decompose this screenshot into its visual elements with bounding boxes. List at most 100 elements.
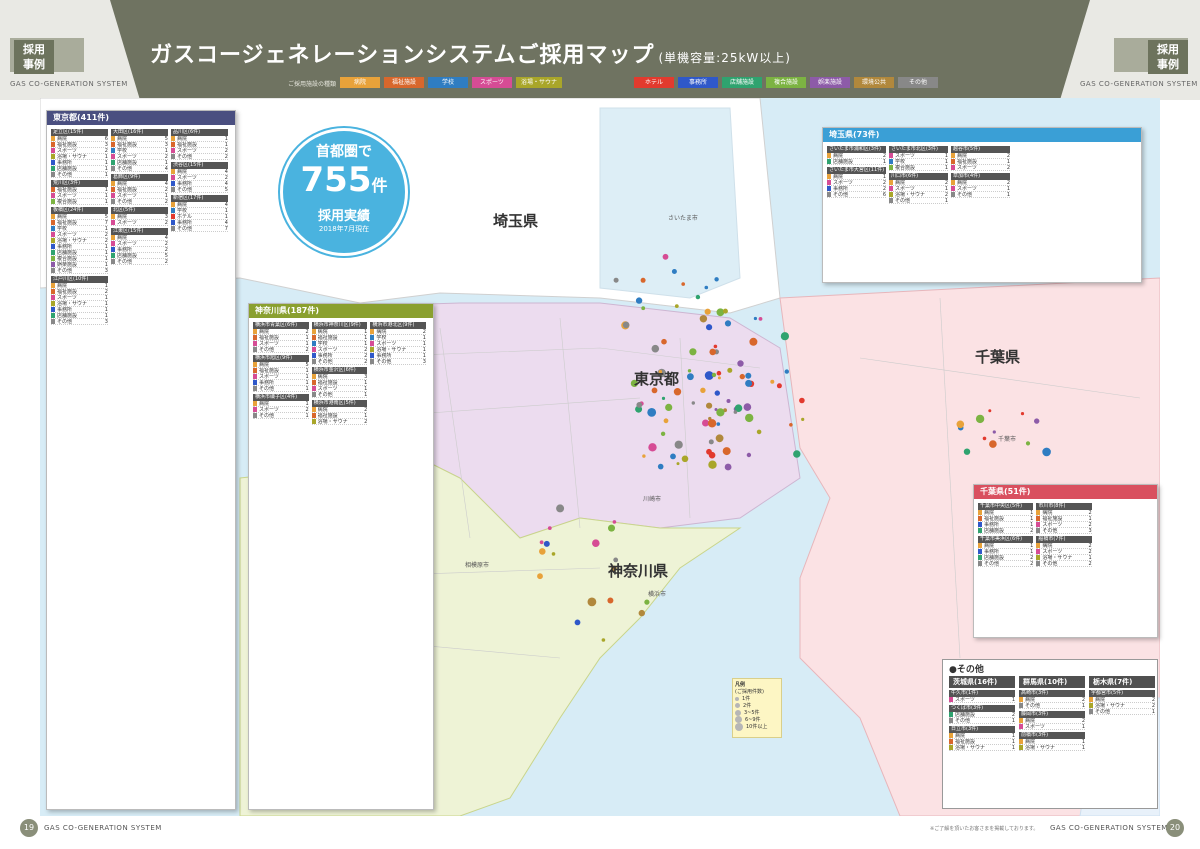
category-swatch bbox=[1036, 528, 1041, 533]
callout-number: 755件 bbox=[283, 161, 405, 205]
panel-column: 市川市(8件) 病院 2 福祉施設 1 スポーツ 2 その他 3 船橋市(7件) 病院 2 スポーツ 2 浴… bbox=[1036, 503, 1092, 633]
pref-label-kanagawa: 神奈川県 bbox=[608, 562, 669, 580]
facility-count: 2 bbox=[1006, 164, 1010, 171]
facility-dot bbox=[711, 372, 717, 378]
ward-row: その他 2 bbox=[1036, 560, 1092, 567]
panel-column bbox=[1075, 146, 1134, 278]
category-swatch bbox=[111, 166, 115, 171]
category-swatch bbox=[1019, 718, 1023, 723]
facility-count: 3 bbox=[104, 267, 108, 274]
category-chip: 事務所 bbox=[678, 77, 719, 88]
category-swatch bbox=[253, 341, 257, 346]
category-swatch bbox=[889, 165, 893, 170]
facility-count: 3 bbox=[104, 318, 108, 325]
facility-type: その他 bbox=[177, 225, 193, 232]
ward-block: 市川市(8件) 病院 2 福祉施設 1 スポーツ 2 その他 3 bbox=[1036, 503, 1092, 534]
facility-count: 2 bbox=[1088, 560, 1092, 567]
facility-dot bbox=[708, 439, 714, 445]
category-swatch bbox=[111, 247, 115, 252]
category-swatch bbox=[889, 192, 893, 197]
badge-label: 採用 事例 bbox=[1148, 40, 1188, 74]
facility-dot bbox=[699, 315, 708, 323]
facility-type: その他 bbox=[259, 385, 275, 392]
category-swatch bbox=[51, 226, 55, 231]
ward-row: その他 5 bbox=[171, 187, 228, 193]
facility-dot bbox=[780, 332, 790, 341]
category-swatch bbox=[111, 136, 115, 141]
ward-row: その他 1 bbox=[1089, 709, 1155, 715]
facility-dot bbox=[709, 348, 716, 356]
facility-dot bbox=[733, 410, 738, 414]
category-swatch bbox=[171, 169, 175, 174]
facility-count: 1 bbox=[882, 158, 886, 165]
facility-dot bbox=[963, 448, 971, 455]
facility-count: 1 bbox=[1081, 702, 1085, 709]
ward-block: 千葉市美浜区(6件) 病院 1 事務所 1 店舗施設 2 その他 2 bbox=[978, 536, 1034, 567]
facility-dot bbox=[1042, 447, 1051, 457]
facility-dot bbox=[665, 403, 673, 411]
facility-count: 1 bbox=[305, 412, 309, 419]
facility-count: 3 bbox=[1088, 527, 1092, 534]
category-swatch bbox=[311, 347, 316, 352]
facility-dot bbox=[724, 463, 732, 471]
category-swatch bbox=[171, 202, 175, 207]
pref-label-saitama: 埼玉県 bbox=[493, 212, 539, 230]
facility-dot bbox=[956, 420, 965, 429]
facility-dot bbox=[674, 304, 679, 308]
category-swatch bbox=[889, 180, 893, 185]
facility-type: その他 bbox=[376, 358, 392, 365]
category-swatch bbox=[51, 289, 55, 294]
ward-row: スポーツ 2 bbox=[111, 220, 168, 226]
category-chip: 複合施設 bbox=[766, 77, 807, 88]
footer-text-left: GAS CO-GENERATION SYSTEM bbox=[44, 824, 162, 832]
pref-block: 栃木県(7件) 宇都宮市(5件) 病院 2 浴場・サウナ 2 その他 1 bbox=[1089, 676, 1155, 715]
category-swatch bbox=[827, 174, 831, 179]
facility-dot bbox=[717, 376, 721, 380]
category-swatch bbox=[171, 181, 175, 186]
facility-dot bbox=[547, 526, 552, 530]
category-swatch bbox=[253, 329, 257, 334]
facility-count: 1 bbox=[1081, 744, 1085, 751]
panel-column: 横浜市青葉区(6件) 病院 2 福祉施設 1 スポーツ 1 その他 2 横浜市旭区(9件) 病院 5 福… bbox=[253, 322, 309, 805]
category-swatch bbox=[253, 347, 257, 352]
category-swatch bbox=[171, 220, 175, 225]
facility-type: スポーツ bbox=[1025, 723, 1045, 730]
facility-count: 2 bbox=[364, 358, 368, 365]
facility-count: 2 bbox=[364, 418, 368, 425]
category-swatch bbox=[253, 401, 257, 406]
category-swatch bbox=[951, 192, 955, 197]
category-swatch bbox=[1089, 703, 1093, 708]
facility-count: 1 bbox=[364, 391, 368, 398]
facility-count: 2 bbox=[164, 258, 168, 265]
category-swatch bbox=[978, 543, 982, 548]
ward-row: スポーツ 2 bbox=[951, 165, 1010, 171]
category-swatch bbox=[370, 329, 375, 334]
facility-dot bbox=[749, 337, 758, 346]
facility-dot bbox=[988, 409, 992, 413]
facility-type: その他 bbox=[317, 358, 333, 365]
facility-dot bbox=[673, 388, 682, 396]
facility-dot bbox=[691, 401, 695, 405]
facility-count: 5 bbox=[224, 186, 228, 193]
category-swatch bbox=[978, 555, 982, 560]
ward-block: 新宿区(17件) 病院 4 学校 1 ホテル 1 事務所 4 その他 7 bbox=[171, 195, 228, 232]
category-swatch bbox=[111, 199, 115, 204]
category-swatch bbox=[1019, 739, 1023, 744]
category-chip: その他 bbox=[898, 77, 939, 88]
facility-count: 1 bbox=[1011, 717, 1015, 724]
facility-dot bbox=[722, 308, 728, 314]
ward-row: 浴場・サウナ 1 bbox=[1019, 745, 1085, 751]
ward-row: その他 1 bbox=[253, 413, 309, 419]
category-chip: 病院 bbox=[340, 77, 380, 88]
category-swatch bbox=[253, 368, 257, 373]
panel-chiba: 千葉県(51件) 千葉市中央区(5件) 病院 1 福祉施設 1 事務所 1 店舗施設 2 千葉市美… bbox=[973, 484, 1158, 638]
facility-dot bbox=[739, 373, 745, 380]
category-swatch bbox=[51, 301, 55, 306]
panel-chiba-title: 千葉県(51件) bbox=[974, 485, 1157, 499]
facility-dot bbox=[687, 369, 692, 373]
facility-dot bbox=[743, 403, 752, 411]
legend-item-label: 1件 bbox=[742, 696, 751, 702]
facility-dot bbox=[657, 463, 664, 470]
category-swatch bbox=[253, 362, 257, 367]
category-swatch bbox=[111, 181, 115, 186]
